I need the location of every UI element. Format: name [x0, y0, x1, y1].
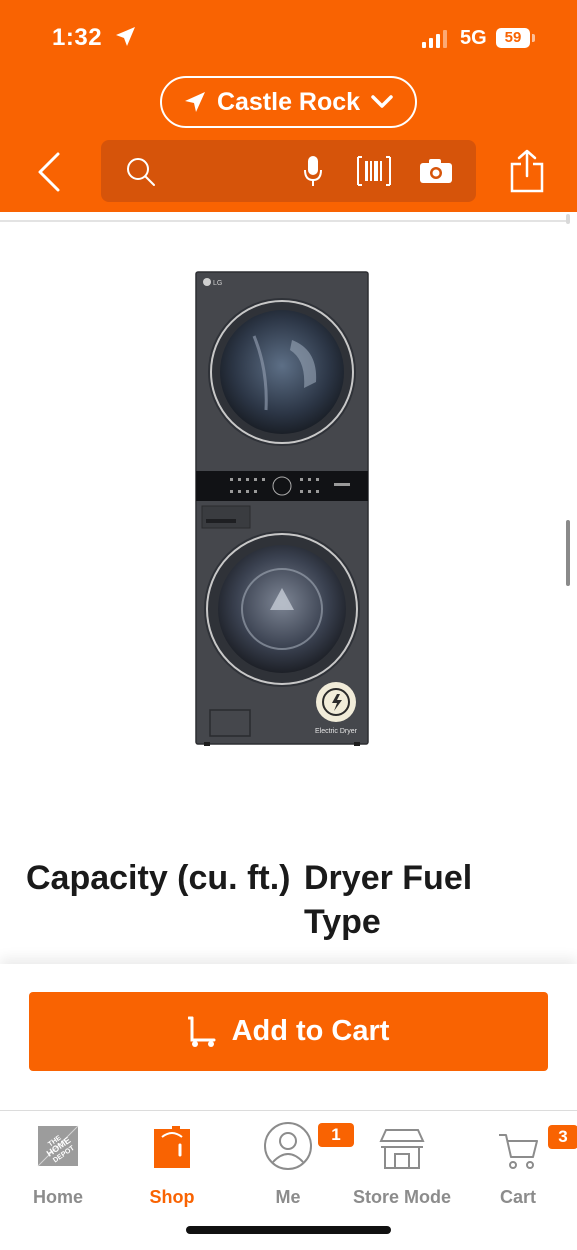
scrollbar-thumb[interactable]: [566, 520, 570, 586]
tab-shop[interactable]: Shop: [134, 1123, 210, 1213]
cart-count-badge: 3: [548, 1125, 577, 1149]
chevron-left-icon: [38, 152, 60, 192]
home-indicator[interactable]: [186, 1226, 391, 1234]
status-time: 1:32: [52, 24, 103, 51]
store-icon: [379, 1129, 425, 1169]
search-icon: [127, 158, 155, 186]
person-icon: [264, 1122, 312, 1170]
barcode-scanner-icon[interactable]: [356, 155, 392, 187]
divider: [0, 220, 570, 222]
tab-me[interactable]: Me 1: [250, 1122, 354, 1213]
add-to-cart-button[interactable]: Add to Cart: [29, 992, 548, 1071]
tab-label-store-mode: Store Mode: [352, 1187, 451, 1207]
location-arrow-icon: [116, 27, 135, 46]
tab-label-shop: Shop: [149, 1187, 195, 1207]
app-header: 1:32 5G 59 Castle Rock: [0, 0, 577, 212]
cart-icon: [499, 1134, 538, 1169]
status-bar: 1:32 5G 59: [0, 0, 577, 72]
search-input[interactable]: [165, 152, 385, 190]
spec-headings: Capacity (cu. ft.) Dryer Fuel Type: [26, 856, 556, 944]
store-name: Castle Rock: [216, 87, 361, 116]
chevron-down-icon: [371, 95, 393, 108]
microphone-icon[interactable]: [303, 154, 323, 188]
product-details: LG Electric Dryer Capacity (cu. ft.) Dry…: [0, 212, 577, 964]
store-selector[interactable]: Castle Rock: [160, 76, 417, 128]
battery-level: 59: [496, 28, 530, 48]
scrollbar-cap: [566, 214, 570, 224]
tab-cart[interactable]: Cart 3: [482, 1123, 577, 1213]
camera-icon[interactable]: [419, 158, 453, 184]
back-button[interactable]: [32, 150, 66, 194]
network-type: 5G: [460, 27, 487, 49]
dolly-icon: [187, 1016, 216, 1047]
spec-heading-dryer-fuel-type: Dryer Fuel Type: [304, 859, 473, 941]
add-to-cart-label: Add to Cart: [231, 1015, 390, 1047]
tab-label-me: Me: [275, 1187, 301, 1207]
battery-tip: [532, 34, 535, 42]
cellular-signal-icon: [422, 30, 447, 48]
share-icon[interactable]: [508, 148, 546, 194]
brand-mark: LG: [213, 280, 222, 287]
product-image-washer-dryer-tower[interactable]: LG Electric Dryer: [194, 270, 372, 748]
tab-label-home: Home: [32, 1187, 83, 1207]
tab-label-cart: Cart: [499, 1187, 536, 1207]
search-bar[interactable]: [101, 140, 476, 202]
location-arrow-icon: [184, 92, 205, 112]
paint-bucket-icon: [154, 1126, 190, 1168]
electric-dryer-badge: Electric Dryer: [315, 728, 358, 735]
add-to-cart-panel: Add to Cart: [0, 964, 577, 1110]
spec-heading-capacity: Capacity (cu. ft.): [26, 859, 291, 897]
tab-home[interactable]: THE HOME DEPOT Home: [20, 1123, 96, 1213]
tab-store-mode[interactable]: Store Mode: [342, 1123, 462, 1213]
home-depot-logo-icon: THE HOME DEPOT: [37, 1125, 79, 1167]
